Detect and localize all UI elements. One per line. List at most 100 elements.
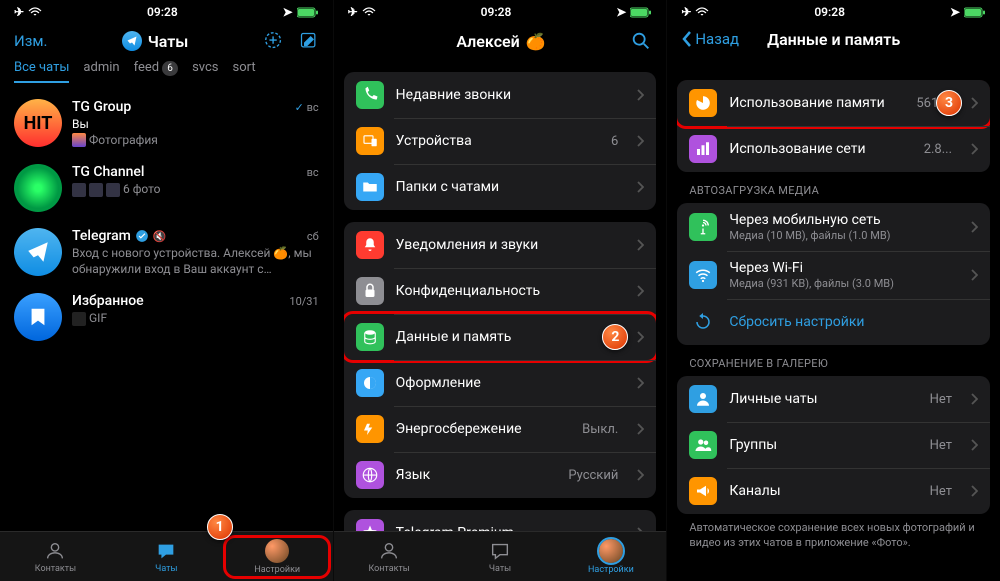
chat-preview: ВыФотография — [72, 117, 319, 148]
screen-data-storage: ✈︎ 09:28 ➤ Назад Данные и память Использ… — [667, 0, 1000, 581]
chat-list: HITTG Group✓ всВыФотографияTG Channelвс6… — [0, 91, 333, 531]
chan-icon — [689, 477, 717, 505]
chevron-right-icon — [636, 377, 644, 389]
chats-header: Изм. Чаты — [0, 20, 333, 60]
chevron-right-icon — [636, 135, 644, 147]
reset-icon — [689, 308, 717, 336]
chat-item[interactable]: Telegram🔇сбВход с нового устройства. Але… — [0, 220, 333, 285]
bars-icon — [689, 135, 717, 163]
settings-avatar-icon — [599, 539, 623, 563]
chevron-right-icon — [636, 239, 644, 251]
chat-item[interactable]: TG Channelвс6 фото — [0, 156, 333, 220]
cell-label: Данные и память — [396, 329, 619, 345]
new-chat-icon[interactable] — [263, 30, 285, 52]
wifi-icon — [695, 7, 709, 17]
cell-label: Устройства — [396, 133, 599, 149]
lock-icon — [356, 277, 384, 305]
settings-cell[interactable]: Устройства6 — [344, 118, 657, 164]
chevron-left-icon — [681, 30, 693, 48]
settings-cell[interactable]: КаналыНет — [677, 468, 990, 514]
screen-settings: ✈︎ 09:28 ➤ Алексей🍊 Недавние звонкиУстро… — [334, 0, 668, 581]
tab-bar: Контакты Чаты Настройки — [334, 531, 667, 581]
settings-cell[interactable]: Через мобильную сетьМедиа (10 MB), файлы… — [677, 203, 990, 251]
settings-cell[interactable]: Через Wi-FiМедиа (931 KB), файлы (3.0 MB… — [677, 251, 990, 299]
chat-title: Telegram🔇 — [72, 228, 167, 244]
status-time: 09:28 — [814, 5, 845, 19]
folder-tab[interactable]: admin — [83, 60, 119, 83]
settings-cell[interactable]: Конфиденциальность — [344, 268, 657, 314]
chevron-right-icon — [970, 485, 978, 497]
chevron-right-icon — [636, 527, 644, 531]
search-icon[interactable] — [630, 30, 652, 52]
cell-sublabel: Медиа (931 KB), файлы (3.0 MB) — [729, 277, 952, 290]
chat-item[interactable]: Избранное10/31GIF — [0, 285, 333, 349]
location-icon: ➤ — [950, 5, 960, 19]
wifi-icon — [28, 7, 42, 17]
folder-tab[interactable]: svcs — [192, 60, 218, 83]
profile-name: Алексей — [456, 32, 519, 51]
settings-cell[interactable]: Данные и память2 — [344, 314, 657, 360]
storage-usage-group: Использование памяти561....3Использовани… — [677, 80, 990, 172]
cell-value: Выкл. — [582, 422, 618, 437]
step-badge: 3 — [936, 90, 962, 116]
tab-contacts[interactable]: Контакты — [334, 532, 445, 581]
settings-cell[interactable]: Личные чаты Нет — [677, 376, 990, 422]
settings-group-general: Недавние звонкиУстройства6Папки с чатами — [344, 72, 657, 210]
edit-button[interactable]: Изм. — [14, 32, 47, 50]
tab-chats[interactable]: Чаты — [445, 532, 556, 581]
cell-label: Оформление — [396, 375, 619, 391]
settings-cell[interactable]: ЭнергосбережениеВыкл. — [344, 406, 657, 452]
cell-label: Уведомления и звуки — [396, 237, 619, 253]
bell-icon — [356, 231, 384, 259]
step-badge: 2 — [602, 324, 628, 350]
wifi-icon — [362, 7, 376, 17]
cell-label: Каналы — [729, 483, 917, 499]
settings-cell[interactable]: ГруппыНет — [677, 422, 990, 468]
airplane-icon: ✈︎ — [348, 5, 358, 19]
folder-icon — [356, 173, 384, 201]
status-bar: ✈︎ 09:28 ➤ — [0, 0, 333, 20]
cell-label: Telegram Premium — [396, 525, 619, 531]
chat-item[interactable]: HITTG Group✓ всВыФотография — [0, 91, 333, 156]
settings-cell[interactable]: Telegram Premium — [344, 510, 657, 531]
tab-settings[interactable]: Настройки — [222, 532, 333, 581]
folder-tab[interactable]: sort — [233, 60, 256, 83]
settings-cell[interactable]: Использование памяти561....3 — [677, 80, 990, 126]
settings-cell[interactable]: Недавние звонки — [344, 72, 657, 118]
lang-icon — [356, 461, 384, 489]
compose-icon[interactable] — [299, 31, 319, 51]
settings-cell[interactable]: ЯзыкРусский — [344, 452, 657, 498]
back-button[interactable]: Назад — [681, 30, 739, 48]
chevron-right-icon — [970, 269, 978, 281]
settings-cell[interactable]: Использование сети2.8... — [677, 126, 990, 172]
pie-icon — [689, 89, 717, 117]
settings-cell[interactable]: Сбросить настройки — [677, 299, 990, 345]
location-icon: ➤ — [283, 5, 293, 19]
chevron-right-icon — [970, 143, 978, 155]
chat-avatar — [14, 164, 62, 212]
cell-label: Личные чаты — [729, 391, 917, 407]
profile-emoji: 🍊 — [526, 32, 546, 51]
autodownload-header: АВТОЗАГРУЗКА МЕДИА — [677, 184, 990, 203]
power-icon — [356, 415, 384, 443]
location-icon: ➤ — [616, 5, 626, 19]
chevron-right-icon — [636, 331, 644, 343]
tab-chats[interactable]: Чаты — [111, 532, 222, 581]
folder-tab[interactable]: Все чаты — [14, 60, 69, 83]
settings-cell[interactable]: Папки с чатами — [344, 164, 657, 210]
chevron-right-icon — [636, 89, 644, 101]
data-icon — [356, 323, 384, 351]
settings-cell[interactable]: Оформление — [344, 360, 657, 406]
cell-value: Нет — [930, 392, 952, 407]
chat-time: ✓ вс — [295, 101, 319, 114]
tab-settings[interactable]: Настройки — [555, 532, 666, 581]
autodownload-group: Через мобильную сетьМедиа (10 MB), файлы… — [677, 203, 990, 345]
cell-value: 2.8... — [924, 142, 952, 157]
folder-tab[interactable]: feed6 — [134, 60, 179, 83]
settings-cell[interactable]: Уведомления и звуки — [344, 222, 657, 268]
page-title: Данные и память — [767, 30, 900, 49]
cell-sublabel: Медиа (10 MB), файлы (1.0 MB) — [729, 229, 952, 242]
step1-badge: 1 — [207, 514, 233, 540]
chat-preview: 6 фото — [72, 182, 319, 198]
tab-contacts[interactable]: Контакты — [0, 532, 111, 581]
